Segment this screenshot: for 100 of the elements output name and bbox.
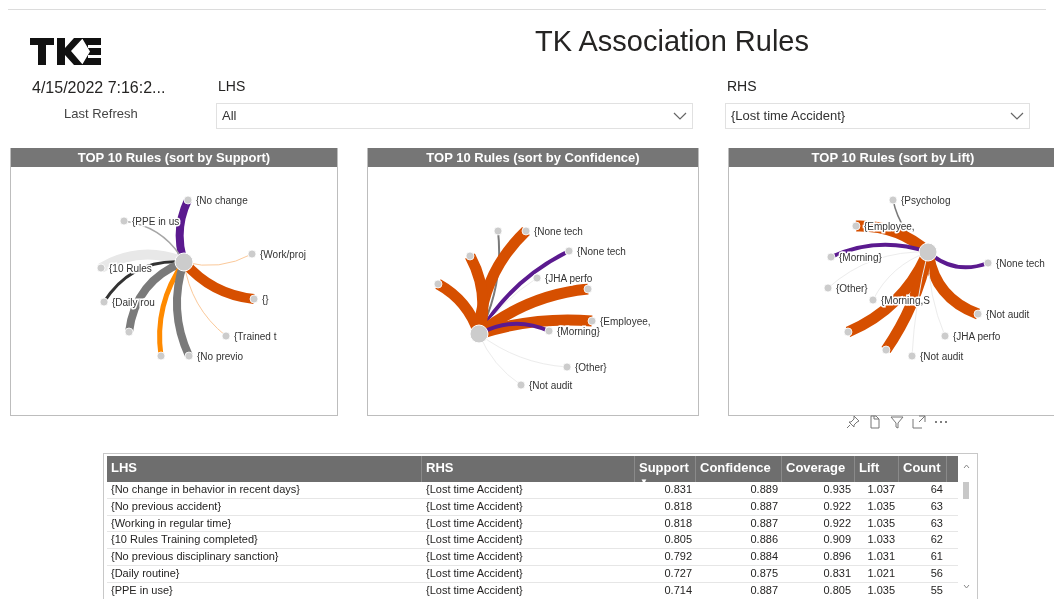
scroll-up-icon[interactable]: [963, 464, 970, 469]
copy-icon[interactable]: [868, 415, 882, 429]
table-cell-text: 1.033: [866, 532, 896, 548]
graph-title: TOP 10 Rules (sort by Support): [11, 148, 337, 167]
filter-label: RHS: [727, 76, 758, 96]
node-label: {Other}: [575, 361, 607, 373]
table-cell-text: 0.805: [822, 582, 852, 598]
node-dot[interactable]: [973, 309, 983, 319]
hub-node[interactable]: [918, 242, 938, 262]
table-cell-text: 0.887: [749, 582, 779, 598]
table-cell-text: {Lost time Accident}: [425, 532, 524, 548]
table-cell-text: 0.875: [749, 566, 779, 581]
node-dot[interactable]: [119, 216, 129, 226]
table-cell-text: 0.922: [822, 498, 852, 514]
node-dot[interactable]: [96, 263, 106, 273]
node-label: {No previo: [197, 350, 244, 362]
node-dot[interactable]: [564, 246, 574, 256]
column-header[interactable]: Count: [899, 456, 947, 482]
table-cell-text: 0.792: [663, 549, 693, 565]
node-dot[interactable]: [888, 195, 898, 205]
node-dot[interactable]: [583, 284, 593, 294]
table-cell-text: {Lost time Accident}: [425, 582, 524, 598]
table-cell-text: 1.035: [866, 498, 896, 514]
table-cell-text: {Lost time Accident}: [425, 566, 524, 581]
node-label: {No change: [196, 194, 248, 206]
scrollbar-thumb[interactable]: [963, 482, 969, 499]
column-header[interactable]: Lift: [855, 456, 899, 482]
node-dot[interactable]: [99, 297, 109, 307]
column-header[interactable]: LHS: [107, 456, 422, 482]
table-cell-text: 0.727: [663, 566, 693, 581]
node-label: {None tech: [534, 225, 583, 237]
node-dot[interactable]: [983, 258, 993, 268]
column-header[interactable]: Confidence: [696, 456, 782, 482]
table-cell-text: 61: [929, 549, 944, 565]
node-dot[interactable]: [868, 295, 878, 305]
node-dot[interactable]: [183, 195, 193, 205]
node-dot[interactable]: [247, 249, 257, 259]
scroll-down-icon[interactable]: [963, 584, 970, 589]
column-header[interactable]: RHS: [422, 456, 635, 482]
table-cell-text: 1.021: [866, 566, 896, 581]
refresh-label: Last Refresh: [64, 105, 139, 123]
node-dot[interactable]: [843, 327, 853, 337]
node-dot[interactable]: [156, 351, 166, 361]
table-cell-text: 1.035: [866, 582, 896, 598]
node-dot[interactable]: [433, 279, 443, 289]
expand-icon[interactable]: [912, 415, 926, 429]
node-label: {JHA perfo: [545, 272, 593, 284]
table-cell-text: 55: [929, 582, 944, 598]
table-cell-text: {PPE in use}: [110, 582, 174, 598]
refresh-time: 4/15/2022 7:16:2...: [32, 78, 167, 98]
filter-dropdown[interactable]: All: [216, 102, 693, 129]
table-cell-text: 0.886: [749, 532, 779, 548]
table-cell-text: 0.831: [663, 482, 693, 497]
node-dot[interactable]: [826, 252, 836, 262]
table-cell-text: 1.037: [866, 482, 896, 497]
hub-node[interactable]: [174, 252, 194, 272]
node-label: {Not audit: [986, 308, 1030, 320]
table-cell-text: 0.909: [822, 532, 852, 548]
table-cell-text: 56: [929, 566, 944, 581]
node-dot[interactable]: [516, 380, 526, 390]
node-dot[interactable]: [465, 251, 475, 261]
node-label: {None tech: [996, 257, 1045, 269]
node-dot[interactable]: [184, 351, 194, 361]
table-cell-text: {Lost time Accident}: [425, 549, 524, 565]
node-dot[interactable]: [851, 221, 861, 231]
hub-node[interactable]: [469, 324, 489, 344]
table-cell-text: {No change in behavior in recent days}: [110, 482, 301, 497]
filter-label: LHS: [218, 76, 247, 96]
table-cell-text: 0.887: [749, 515, 779, 531]
node-dot[interactable]: [521, 226, 531, 236]
table-cell-text: 0.805: [663, 532, 693, 548]
node-dot[interactable]: [493, 226, 503, 236]
table-cell-text: 0.896: [822, 549, 852, 565]
filter-icon[interactable]: [890, 415, 904, 429]
node-dot[interactable]: [532, 273, 542, 283]
node-dot[interactable]: [221, 331, 231, 341]
node-label: {Morning}: [557, 325, 600, 337]
graph-title: TOP 10 Rules (sort by Lift): [729, 148, 1054, 167]
table-cell-text: 0.831: [822, 566, 852, 581]
table-cell-text: {Working in regular time}: [110, 515, 233, 531]
node-dot[interactable]: [940, 331, 950, 341]
node-dot[interactable]: [562, 362, 572, 372]
table-cell-text: {10 Rules Training completed}: [110, 532, 259, 548]
table-cell-text: 0.884: [749, 549, 779, 565]
node-dot[interactable]: [881, 345, 891, 355]
chevron-down-icon: [673, 111, 687, 120]
table-cell-text: {Lost time Accident}: [425, 515, 524, 531]
node-dot[interactable]: [544, 326, 554, 336]
pin-icon[interactable]: [846, 415, 860, 429]
node-dot[interactable]: [823, 283, 833, 293]
node-dot[interactable]: [124, 327, 134, 337]
filter-dropdown[interactable]: {Lost time Accident}: [725, 102, 1030, 129]
node-label: {JHA perfo: [953, 330, 1001, 342]
node-label: {Psycholog: [901, 194, 951, 206]
table-cell-text: {Daily routine}: [110, 566, 181, 581]
node-dot[interactable]: [907, 351, 917, 361]
node-dot[interactable]: [249, 294, 259, 304]
column-header[interactable]: Coverage: [782, 456, 855, 482]
report-title: TK Association Rules: [534, 24, 810, 59]
node-dot[interactable]: [587, 316, 597, 326]
